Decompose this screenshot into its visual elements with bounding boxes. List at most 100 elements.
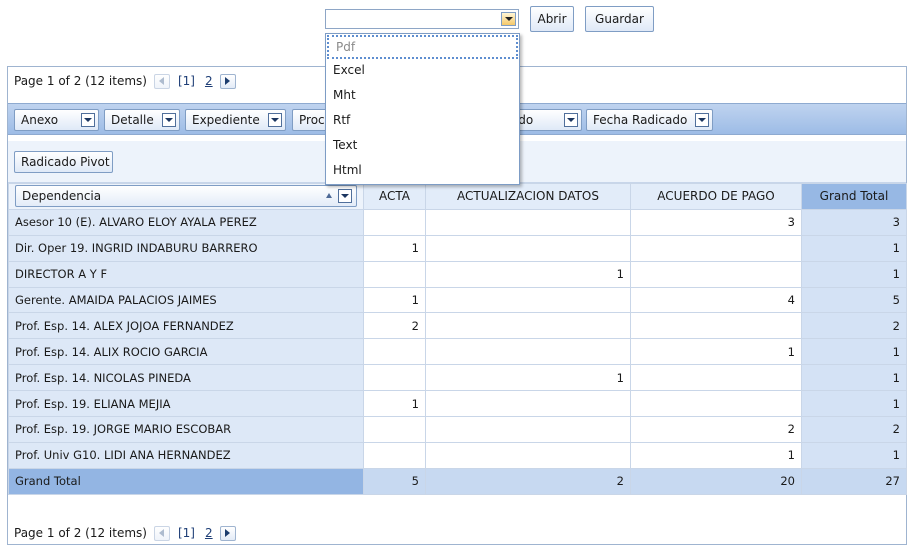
table-row: Gerente. AMAIDA PALACIOS JAIMES 1 4 5	[8, 286, 907, 314]
save-button[interactable]: Guardar	[585, 6, 654, 32]
column-header-acta[interactable]: ACTA	[363, 183, 426, 210]
chevron-down-icon[interactable]	[501, 12, 516, 26]
table-row: DIRECTOR A Y F 1 1	[8, 260, 907, 288]
table-row: Prof. Esp. 14. ALIX ROCIO GARCIA 1 1	[8, 338, 907, 366]
data-cell[interactable]	[363, 416, 426, 443]
row-grand-total-cell: 1	[801, 390, 907, 418]
data-cell[interactable]: 1	[630, 338, 802, 366]
page-2-link[interactable]: 2	[205, 526, 213, 540]
data-cell[interactable]: 4	[630, 286, 802, 314]
grand-total-label: Grand Total	[8, 467, 364, 495]
data-cell[interactable]	[363, 208, 426, 236]
data-cell[interactable]: 3	[630, 208, 802, 236]
data-cell[interactable]	[363, 441, 426, 469]
pager-summary: Page 1 of 2 (12 items)	[14, 74, 147, 88]
data-cell[interactable]	[425, 286, 631, 314]
arrow-left-icon	[159, 77, 165, 85]
page-2-link[interactable]: 2	[205, 74, 213, 88]
chevron-down-icon[interactable]	[695, 113, 709, 127]
filter-field-detalle[interactable]: Detalle	[104, 109, 180, 131]
sort-ascending-icon	[326, 193, 332, 199]
row-grand-total-cell: 3	[801, 208, 907, 236]
filter-field-fecha-radicado[interactable]: Fecha Radicado	[586, 109, 713, 131]
data-cell[interactable]	[630, 234, 802, 262]
row-header[interactable]: Dir. Oper 19. INGRID INDABURU BARRERO	[8, 234, 364, 262]
data-cell[interactable]	[363, 260, 426, 288]
chevron-down-icon[interactable]	[338, 189, 352, 204]
table-row: Asesor 10 (E). ALVARO ELOY AYALA PEREZ 3 3	[8, 208, 907, 236]
pager-bottom: Page 1 of 2 (12 items) [1] 2	[8, 520, 906, 546]
grand-total-row: Grand Total 5 2 20 27	[8, 467, 907, 495]
next-page-button[interactable]	[219, 525, 236, 541]
row-header[interactable]: DIRECTOR A Y F	[8, 260, 364, 288]
format-option-mht[interactable]: Mht	[326, 84, 519, 109]
row-grand-total-cell: 1	[801, 260, 907, 288]
filter-field-label: Proc	[299, 113, 325, 127]
row-header[interactable]: Prof. Esp. 19. JORGE MARIO ESCOBAR	[8, 416, 364, 443]
data-cell[interactable]	[425, 208, 631, 236]
data-cell[interactable]	[630, 364, 802, 392]
filter-field-anexo[interactable]: Anexo	[14, 109, 99, 131]
table-row: Prof. Esp. 19. ELIANA MEJIA 1 1	[8, 390, 907, 418]
prev-page-button[interactable]	[153, 525, 170, 541]
next-page-button[interactable]	[219, 73, 236, 89]
arrow-right-icon	[225, 77, 231, 85]
current-page: [1]	[177, 526, 195, 540]
data-cell[interactable]	[363, 338, 426, 366]
column-header-acuerdo-de-pago[interactable]: ACUERDO DE PAGO	[630, 183, 802, 210]
row-grand-total-cell: 1	[801, 338, 907, 366]
format-option-html[interactable]: Html	[326, 159, 519, 184]
data-cell[interactable]	[425, 390, 631, 418]
format-option-text[interactable]: Text	[326, 134, 519, 159]
header-row: Dependencia ACTA ACTUALIZACION DATOS ACU…	[8, 183, 907, 210]
data-field-radicado-pivot[interactable]: Radicado Pivot	[14, 151, 113, 173]
row-header[interactable]: Gerente. AMAIDA PALACIOS JAIMES	[8, 286, 364, 314]
data-cell[interactable]: 1	[425, 364, 631, 392]
row-header[interactable]: Prof. Esp. 14. ALIX ROCIO GARCIA	[8, 338, 364, 366]
grand-total-cell: 20	[630, 467, 802, 495]
data-cell[interactable]	[425, 312, 631, 340]
row-header[interactable]: Prof. Esp. 14. ALEX JOJOA FERNANDEZ	[8, 312, 364, 340]
chevron-down-icon[interactable]	[81, 113, 95, 127]
data-cell[interactable]	[425, 416, 631, 443]
data-cell[interactable]: 2	[363, 312, 426, 340]
format-option-excel[interactable]: Excel	[326, 59, 519, 84]
data-cell[interactable]	[425, 441, 631, 469]
data-cell[interactable]	[630, 312, 802, 340]
table-row: Dir. Oper 19. INGRID INDABURU BARRERO 1 1	[8, 234, 907, 262]
row-header[interactable]: Prof. Esp. 14. NICOLAS PINEDA	[8, 364, 364, 392]
row-header[interactable]: Asesor 10 (E). ALVARO ELOY AYALA PEREZ	[8, 208, 364, 236]
data-cell[interactable]: 1	[425, 260, 631, 288]
export-format-select[interactable]	[325, 9, 519, 29]
open-button[interactable]: Abrir	[530, 6, 574, 32]
format-option-rtf[interactable]: Rtf	[326, 109, 519, 134]
data-cell[interactable]	[425, 338, 631, 366]
column-header-grand-total: Grand Total	[801, 183, 907, 210]
row-grand-total-cell: 2	[801, 312, 907, 340]
data-cell[interactable]	[363, 364, 426, 392]
table-row: Prof. Esp. 14. ALEX JOJOA FERNANDEZ 2 2	[8, 312, 907, 340]
chevron-down-icon[interactable]	[268, 113, 282, 127]
data-cell[interactable]: 2	[630, 416, 802, 443]
chevron-down-icon[interactable]	[162, 113, 176, 127]
data-cell[interactable]	[630, 390, 802, 418]
filter-field-expediente[interactable]: Expediente	[185, 109, 286, 131]
row-field-dependencia[interactable]: Dependencia	[15, 185, 357, 208]
chevron-down-icon[interactable]	[564, 113, 578, 127]
table-row: Prof. Esp. 19. JORGE MARIO ESCOBAR 2 2	[8, 416, 907, 443]
row-field-cell: Dependencia	[8, 183, 364, 210]
column-header-actualizacion-datos[interactable]: ACTUALIZACION DATOS	[425, 183, 631, 210]
data-cell[interactable]: 1	[363, 234, 426, 262]
data-cell[interactable]: 1	[363, 390, 426, 418]
data-cell[interactable]: 1	[630, 441, 802, 469]
prev-page-button[interactable]	[153, 73, 170, 89]
current-page: [1]	[177, 74, 195, 88]
format-option-pdf[interactable]: Pdf	[327, 35, 518, 59]
grand-total-overall: 27	[801, 467, 907, 495]
data-cell[interactable]	[630, 260, 802, 288]
row-header[interactable]: Prof. Univ G10. LIDI ANA HERNANDEZ	[8, 441, 364, 469]
data-cell[interactable]: 1	[363, 286, 426, 314]
row-field-label: Dependencia	[22, 189, 102, 204]
data-cell[interactable]	[425, 234, 631, 262]
row-header[interactable]: Prof. Esp. 19. ELIANA MEJIA	[8, 390, 364, 418]
